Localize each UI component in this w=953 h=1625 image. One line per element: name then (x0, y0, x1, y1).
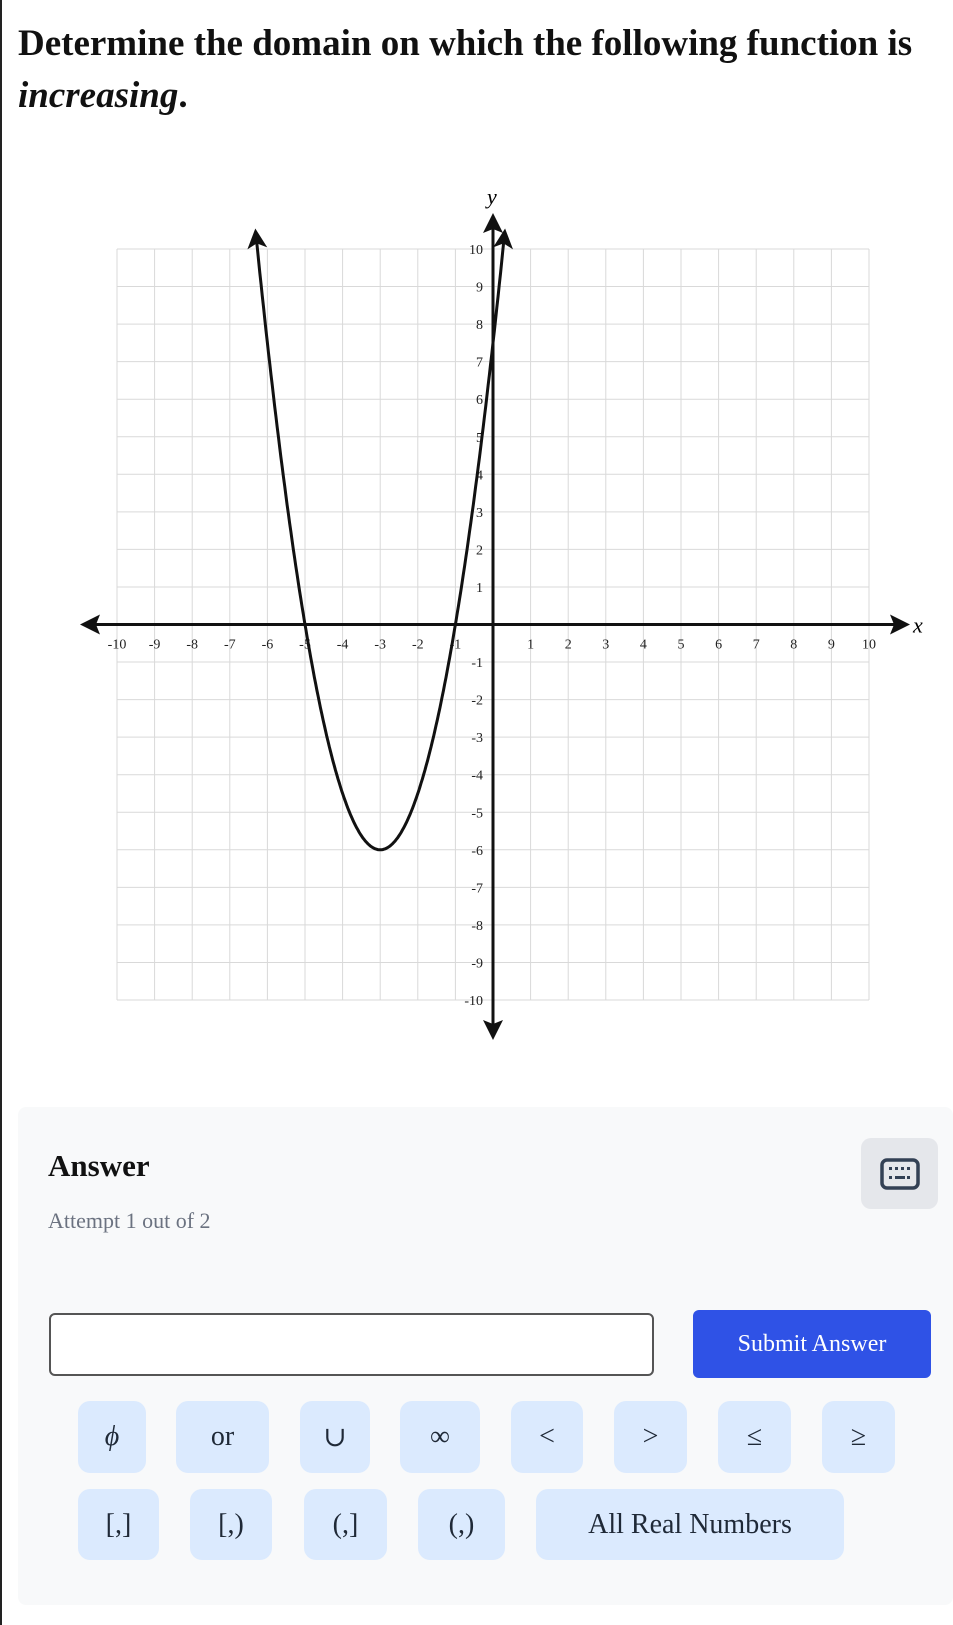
x-tick-label: -9 (149, 638, 161, 653)
y-tick-label: -5 (471, 806, 483, 821)
key-infinity[interactable]: ∞ (400, 1401, 480, 1473)
key-closed-open[interactable]: [,) (190, 1489, 272, 1560)
y-tick-label: -7 (471, 881, 483, 896)
keyboard-icon (879, 1157, 920, 1190)
x-tick-label: -4 (337, 638, 349, 653)
key-open-closed[interactable]: (,] (304, 1489, 387, 1560)
x-axis-label: x (912, 613, 923, 638)
question-period: . (178, 75, 188, 116)
question-text: Determine the domain on which the follow… (18, 18, 918, 122)
y-tick-label: 6 (476, 393, 483, 408)
x-tick-label: 10 (862, 638, 876, 653)
key-less-than[interactable]: < (511, 1401, 583, 1473)
y-tick-label: 7 (476, 356, 483, 371)
y-tick-label: -1 (471, 656, 483, 671)
y-tick-label: 1 (476, 581, 483, 596)
x-tick-label: 5 (678, 638, 685, 653)
y-tick-label: -2 (471, 694, 483, 709)
y-tick-label: 10 (469, 243, 483, 258)
key-all-real-numbers[interactable]: All Real Numbers (536, 1489, 844, 1560)
x-tick-label: 4 (640, 638, 647, 653)
y-tick-label: -10 (464, 994, 483, 1009)
y-tick-label: 8 (476, 318, 483, 333)
y-tick-label: -8 (471, 919, 483, 934)
key-open-open[interactable]: (,) (418, 1489, 505, 1560)
y-tick-label: 3 (476, 506, 483, 521)
attempt-counter: Attempt 1 out of 2 (48, 1208, 211, 1233)
y-axis-label: y (485, 184, 497, 209)
key-greater-equal[interactable]: ≥ (822, 1401, 895, 1473)
key-closed-closed[interactable]: [,] (78, 1489, 159, 1560)
y-tick-label: -4 (471, 769, 483, 784)
key-union[interactable]: ∪ (300, 1401, 370, 1473)
x-tick-label: 9 (828, 638, 835, 653)
x-tick-label: -3 (374, 638, 386, 653)
x-tick-label: 2 (565, 638, 572, 653)
x-tick-label: 6 (715, 638, 722, 653)
x-tick-label: -6 (262, 638, 274, 653)
key-greater-than[interactable]: > (614, 1401, 687, 1473)
key-empty-set[interactable]: ϕ (78, 1401, 146, 1473)
question-emphasis: increasing (18, 75, 179, 116)
x-tick-label: 3 (602, 638, 609, 653)
x-tick-label: 7 (753, 638, 760, 653)
y-tick-label: -3 (471, 731, 483, 746)
keyboard-toggle-button[interactable] (861, 1138, 938, 1209)
x-tick-label: -7 (224, 638, 236, 653)
y-tick-label: -6 (471, 844, 483, 859)
key-less-equal[interactable]: ≤ (718, 1401, 791, 1473)
x-tick-label: -2 (412, 638, 424, 653)
submit-answer-button[interactable]: Submit Answer (693, 1310, 931, 1378)
key-or[interactable]: or (176, 1401, 269, 1473)
answer-heading: Answer (48, 1148, 150, 1183)
x-tick-label: -10 (108, 638, 127, 653)
function-graph: x y -10 -9 -8 -7 -6 -5 -4 -3 -2 -1 1 2 3 4 5 6 7 8 9 10 -10 -9 -… (80, 184, 923, 1040)
y-tick-label: -9 (471, 956, 483, 971)
answer-input[interactable] (49, 1313, 654, 1376)
x-tick-label: 1 (527, 638, 534, 653)
x-tick-label: -8 (186, 638, 198, 653)
x-tick-label: 8 (790, 638, 797, 653)
y-tick-label: 9 (476, 281, 483, 296)
y-tick-label: 2 (476, 543, 483, 558)
question-text-main: Determine the domain on which the follow… (18, 23, 913, 64)
